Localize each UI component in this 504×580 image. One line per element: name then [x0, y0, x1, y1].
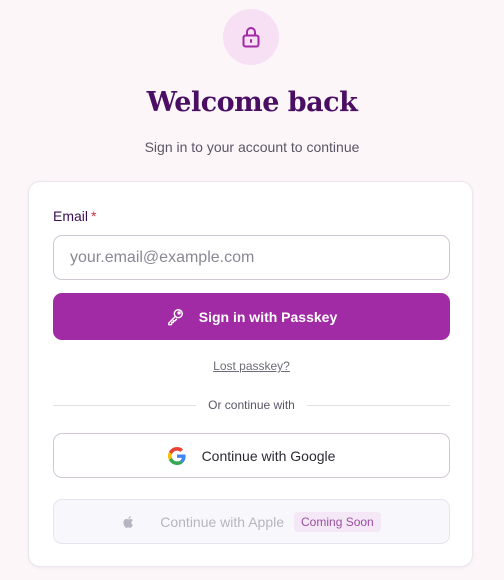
passkey-button-label: Sign in with Passkey: [198, 308, 338, 325]
divider-text: Or continue with: [208, 398, 295, 412]
sign-in-page: Welcome back Sign in to your account to …: [0, 0, 504, 580]
page-subtitle: Sign in to your account to continue: [144, 139, 360, 155]
lock-icon-badge: [223, 9, 279, 65]
lost-passkey-row: Lost passkey?: [29, 359, 474, 373]
lost-passkey-link[interactable]: Lost passkey?: [213, 359, 290, 373]
divider-line-left: [53, 404, 197, 406]
required-indicator: *: [91, 208, 97, 224]
apple-button-label: Continue with Apple: [160, 513, 285, 530]
sign-in-card: Email* Sign in with Passkey Lost passkey…: [28, 181, 473, 567]
google-button-label: Continue with Google: [201, 447, 336, 464]
continue-google-button[interactable]: Continue with Google: [53, 433, 450, 478]
sign-in-passkey-button[interactable]: Sign in with Passkey: [53, 293, 450, 340]
page-title: Welcome back: [146, 87, 358, 118]
apple-icon: [122, 514, 136, 530]
divider: Or continue with: [53, 396, 450, 414]
divider-line-right: [306, 404, 450, 406]
email-label-text: Email: [53, 208, 89, 224]
google-icon: [167, 446, 186, 465]
lock-icon: [239, 25, 263, 49]
key-icon: [166, 307, 185, 326]
email-label: Email *: [53, 208, 96, 224]
email-field[interactable]: [53, 235, 450, 280]
continue-apple-button: Continue with Apple Coming Soon: [53, 499, 450, 544]
coming-soon-badge: Coming Soon: [294, 511, 381, 532]
